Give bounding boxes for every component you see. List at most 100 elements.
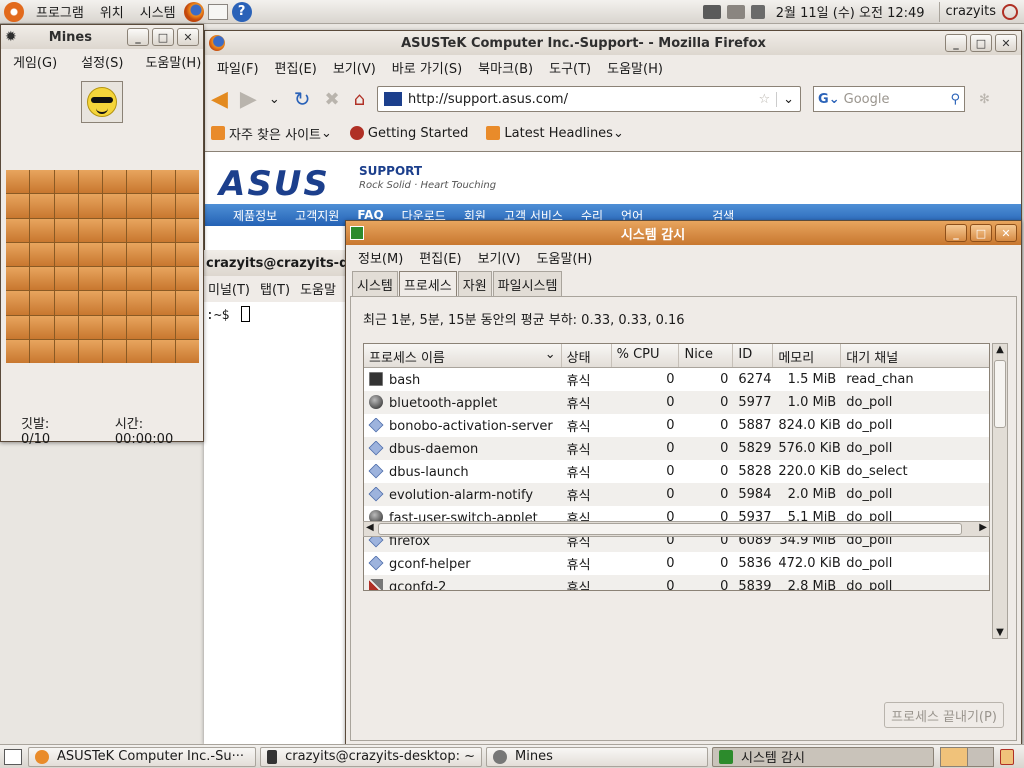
url-text[interactable]: http://support.asus.com/ bbox=[408, 92, 758, 107]
table-row[interactable]: bluetooth-applet 휴식 0 0 5977 1.0 MiB do_poll bbox=[364, 391, 989, 414]
col-wait-channel[interactable]: 대기 채널 bbox=[841, 344, 989, 367]
mine-cell[interactable] bbox=[151, 218, 175, 242]
mine-cell[interactable] bbox=[6, 291, 30, 315]
horizontal-scrollbar[interactable]: ◀ ▶ bbox=[363, 521, 990, 537]
tab-system[interactable]: 시스템 bbox=[352, 271, 398, 297]
tab-resources[interactable]: 자원 bbox=[457, 271, 492, 297]
search-box[interactable]: G⌄ Google ⚲ bbox=[813, 86, 966, 112]
sysmon-menu-help[interactable]: 도움말(H) bbox=[529, 248, 601, 267]
url-bar[interactable]: http://support.asus.com/ ☆ ⌄ bbox=[377, 86, 802, 112]
mine-cell[interactable] bbox=[175, 267, 199, 291]
search-icon[interactable]: ⚲ bbox=[951, 92, 961, 107]
tab-processes[interactable]: 프로세스 bbox=[398, 271, 457, 297]
menu-tools[interactable]: 도구(T) bbox=[541, 58, 599, 77]
mine-cell[interactable] bbox=[6, 170, 30, 194]
mine-cell[interactable] bbox=[175, 315, 199, 339]
terminal-menu-tabs[interactable]: 탭(T) bbox=[254, 279, 296, 298]
mine-cell[interactable] bbox=[103, 194, 127, 218]
mine-cell[interactable] bbox=[151, 242, 175, 266]
ubuntu-logo-icon[interactable] bbox=[4, 1, 24, 22]
google-engine-icon[interactable]: G⌄ bbox=[818, 92, 840, 107]
stop-icon[interactable]: ✖ bbox=[325, 89, 340, 110]
mine-cell[interactable] bbox=[54, 194, 78, 218]
network-icon[interactable] bbox=[702, 4, 721, 19]
sysmon-titlebar[interactable]: 시스템 감시 _ □ ✕ bbox=[346, 221, 1021, 245]
mine-cell[interactable] bbox=[175, 291, 199, 315]
col-id[interactable]: ID bbox=[733, 344, 774, 367]
task-system-monitor[interactable]: 시스템 감시 bbox=[712, 746, 934, 767]
mine-cell[interactable] bbox=[6, 242, 30, 266]
mine-cell[interactable] bbox=[103, 170, 127, 194]
new-game-button[interactable] bbox=[81, 81, 123, 123]
mine-cell[interactable] bbox=[103, 315, 127, 339]
mine-cell[interactable] bbox=[54, 339, 78, 363]
mail-launcher-icon[interactable] bbox=[207, 3, 228, 20]
panel-menu-places[interactable]: 위치 bbox=[92, 2, 132, 21]
mine-cell[interactable] bbox=[127, 339, 151, 363]
hscroll-thumb[interactable] bbox=[378, 523, 962, 535]
sysmon-menu-monitor[interactable]: 정보(M) bbox=[350, 248, 411, 267]
sysmon-menu-edit[interactable]: 편집(E) bbox=[411, 248, 469, 267]
table-row[interactable]: gconf-helper 휴식 0 0 5836 472.0 KiB do_poll bbox=[364, 552, 989, 575]
task-firefox[interactable]: ASUSTeK Computer Inc.-Su··· bbox=[28, 746, 256, 767]
table-row[interactable]: dbus-launch 휴식 0 0 5828 220.0 KiB do_select bbox=[364, 460, 989, 483]
back-icon[interactable]: ◀ bbox=[211, 87, 228, 112]
mine-cell[interactable] bbox=[54, 242, 78, 266]
tab-filesystems[interactable]: 파일시스템 bbox=[492, 271, 563, 297]
mine-cell[interactable] bbox=[78, 242, 102, 266]
mine-cell[interactable] bbox=[78, 267, 102, 291]
mine-cell[interactable] bbox=[30, 218, 54, 242]
mine-cell[interactable] bbox=[78, 339, 102, 363]
workspace-2[interactable] bbox=[967, 747, 993, 766]
mines-menu-settings[interactable]: 설정(S) bbox=[73, 52, 131, 71]
mine-cell[interactable] bbox=[103, 291, 127, 315]
trash-icon[interactable] bbox=[1000, 748, 1014, 765]
maximize-button[interactable]: □ bbox=[152, 28, 174, 46]
asus-logo[interactable]: ASUS bbox=[219, 164, 330, 204]
history-dropdown-icon[interactable]: ⌄ bbox=[269, 92, 280, 107]
mine-cell[interactable] bbox=[54, 315, 78, 339]
mine-cell[interactable] bbox=[127, 315, 151, 339]
mine-cell[interactable] bbox=[151, 291, 175, 315]
reload-icon[interactable]: ↻ bbox=[294, 87, 311, 111]
mine-cell[interactable] bbox=[175, 218, 199, 242]
bookmark-getting-started[interactable]: Getting Started bbox=[349, 126, 468, 141]
mine-cell[interactable] bbox=[54, 291, 78, 315]
close-button[interactable]: ✕ bbox=[995, 34, 1017, 52]
mine-cell[interactable] bbox=[30, 170, 54, 194]
col-cpu[interactable]: % CPU bbox=[612, 344, 680, 367]
table-row[interactable]: bonobo-activation-server 휴식 0 0 5887 824.0 Ki… bbox=[364, 414, 989, 437]
close-button[interactable]: ✕ bbox=[995, 224, 1017, 242]
mine-cell[interactable] bbox=[151, 267, 175, 291]
mine-cell[interactable] bbox=[54, 267, 78, 291]
minimize-button[interactable]: _ bbox=[945, 34, 967, 52]
mine-cell[interactable] bbox=[30, 194, 54, 218]
mine-cell[interactable] bbox=[103, 218, 127, 242]
mine-cell[interactable] bbox=[30, 339, 54, 363]
home-icon[interactable]: ⌂ bbox=[354, 89, 365, 110]
table-row[interactable]: bash 휴식 0 0 6274 1.5 MiB read_chan bbox=[364, 368, 989, 391]
minimize-button[interactable]: _ bbox=[945, 224, 967, 242]
table-row[interactable]: evolution-alarm-notify 휴식 0 0 5984 2.0 MiB do_… bbox=[364, 483, 989, 506]
task-mines[interactable]: Mines bbox=[486, 746, 708, 767]
mine-cell[interactable] bbox=[30, 267, 54, 291]
search-input[interactable]: Google bbox=[844, 92, 951, 107]
mine-cell[interactable] bbox=[127, 218, 151, 242]
scroll-up-icon[interactable]: ▲ bbox=[993, 344, 1007, 355]
mine-cell[interactable] bbox=[127, 170, 151, 194]
forward-icon[interactable]: ▶ bbox=[240, 87, 257, 112]
workspace-1[interactable] bbox=[941, 747, 968, 766]
scroll-thumb[interactable] bbox=[994, 360, 1006, 428]
terminal-menu-terminal[interactable]: 미널(T) bbox=[204, 279, 254, 298]
panel-username[interactable]: crazyits bbox=[946, 4, 996, 19]
panel-menu-applications[interactable]: 프로그램 bbox=[28, 2, 92, 21]
mine-cell[interactable] bbox=[127, 242, 151, 266]
mine-cell[interactable] bbox=[151, 170, 175, 194]
mine-cell[interactable] bbox=[78, 218, 102, 242]
task-terminal[interactable]: crazyits@crazyits-desktop: ~ bbox=[260, 746, 482, 767]
mine-cell[interactable] bbox=[30, 291, 54, 315]
mines-menu-game[interactable]: 게임(G) bbox=[5, 52, 65, 71]
help-launcher-icon[interactable]: ? bbox=[231, 1, 252, 22]
scroll-right-icon[interactable]: ▶ bbox=[979, 522, 987, 533]
menu-go[interactable]: 바로 가기(S) bbox=[384, 58, 470, 77]
